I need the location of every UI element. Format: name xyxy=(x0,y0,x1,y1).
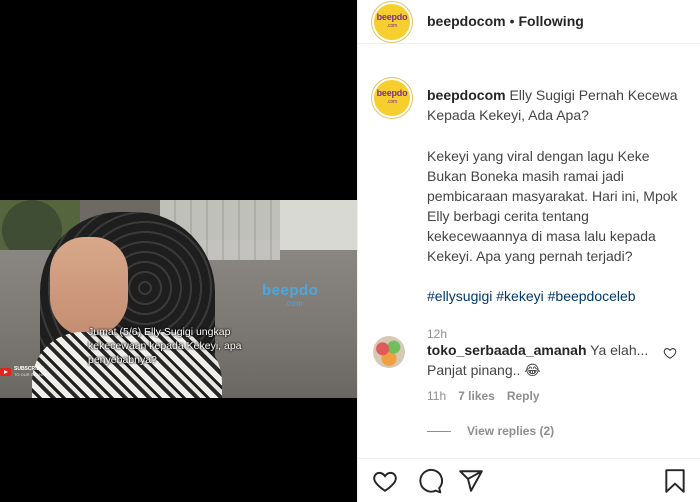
header-username[interactable]: beepdocom xyxy=(427,13,506,29)
reply-button[interactable]: Reply xyxy=(507,389,540,403)
video-sky xyxy=(280,200,357,250)
caption-author[interactable]: beepdocom xyxy=(427,87,506,103)
video-caption: Jumat (5/6) Elly Sugigi ungkap kekecewaa… xyxy=(88,326,242,366)
details-panel: beepdo .com beepdocom • Following beepdo .… xyxy=(357,0,700,502)
avatar[interactable]: beepdo .com xyxy=(372,2,412,42)
youtube-icon xyxy=(0,368,11,376)
comment-likes[interactable]: 7 likes xyxy=(458,389,495,403)
commenter-avatar[interactable] xyxy=(373,336,405,368)
video-subject xyxy=(22,212,222,398)
post-modal: beepdo .com Jumat (5/6) Elly Sugigi ungk… xyxy=(0,0,700,502)
view-replies-label[interactable]: View replies (2) xyxy=(467,424,554,438)
caption-avatar[interactable]: beepdo .com xyxy=(372,78,412,118)
caption-body: Kekeyi yang viral dengan lagu Keke Bukan… xyxy=(427,148,678,264)
video-player[interactable]: beepdo .com Jumat (5/6) Elly Sugigi ungk… xyxy=(0,200,357,398)
comment-meta: 11h 7 likes Reply xyxy=(427,389,540,403)
comment-icon[interactable] xyxy=(417,468,443,494)
action-bar xyxy=(358,458,700,502)
replies-divider xyxy=(427,430,451,432)
bookmark-icon[interactable] xyxy=(662,468,688,494)
view-replies-button[interactable]: View replies (2) xyxy=(427,424,554,438)
header-separator: • xyxy=(509,13,515,29)
subscribe-badge: SUBSCRIBE TO OUR CHANNEL xyxy=(0,366,50,378)
post-header: beepdo .com beepdocom • Following xyxy=(358,0,700,44)
avatar-logo: beepdo .com xyxy=(376,12,408,30)
comment-age: 11h xyxy=(427,389,447,403)
watermark-sub: .com xyxy=(284,299,304,308)
caption-hashtags[interactable]: #ellysugigi #kekeyi #beepdoceleb xyxy=(427,286,689,306)
comment-username[interactable]: toko_serbaada_amanah xyxy=(427,342,587,358)
video-watermark: beepdo .com xyxy=(262,282,318,308)
following-button[interactable]: Following xyxy=(518,13,583,29)
small-heart-icon[interactable] xyxy=(663,346,677,360)
share-icon[interactable] xyxy=(458,468,484,494)
watermark-text: beepdo xyxy=(262,282,319,299)
avatar-logo: beepdo .com xyxy=(376,88,408,106)
heart-icon[interactable] xyxy=(372,468,398,494)
subscribe-sub: TO OUR CHANNEL xyxy=(14,372,50,377)
media-panel: beepdo .com Jumat (5/6) Elly Sugigi ungk… xyxy=(0,0,357,502)
